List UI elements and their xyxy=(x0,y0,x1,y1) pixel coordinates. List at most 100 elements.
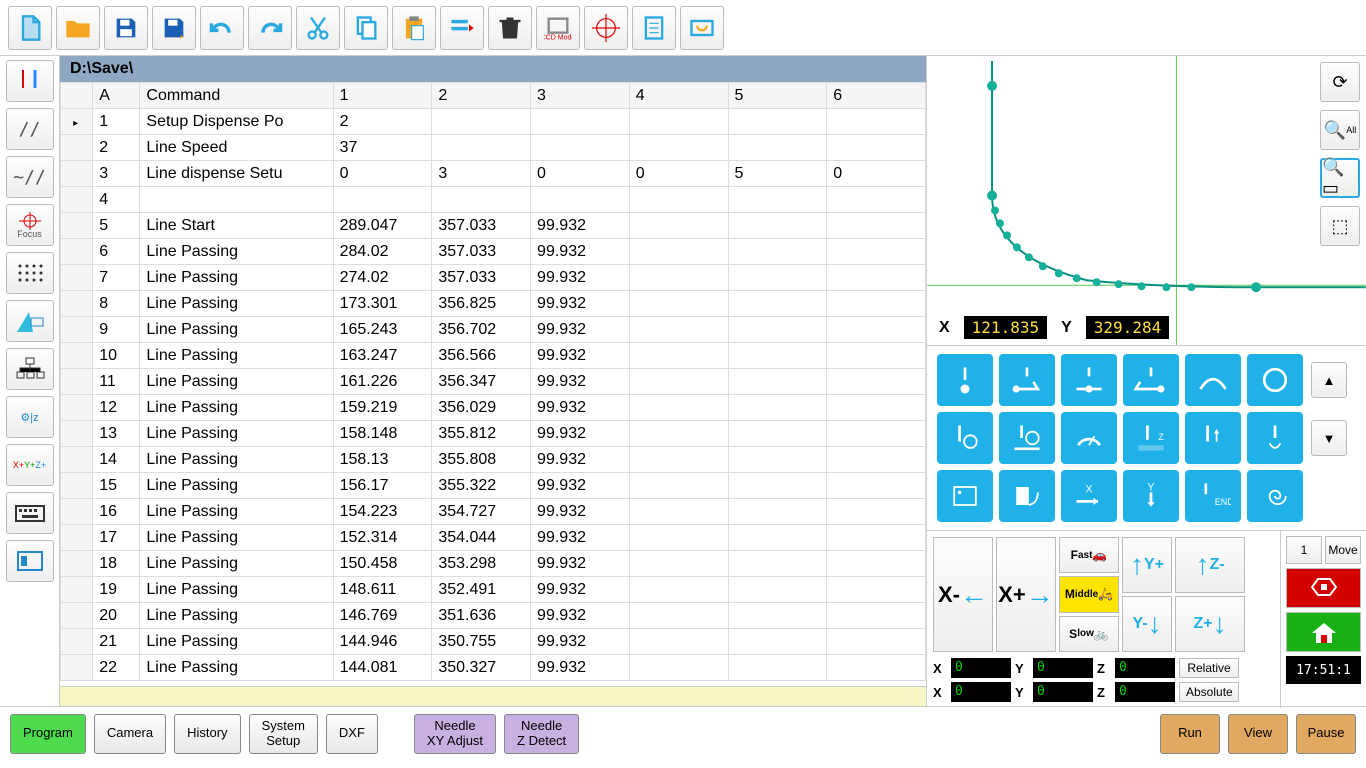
line-start-button[interactable] xyxy=(999,354,1055,406)
system-setup-button[interactable]: System Setup xyxy=(249,714,318,754)
insert-row-button[interactable] xyxy=(440,6,484,50)
pause-button[interactable]: Pause xyxy=(1296,714,1356,754)
save-button[interactable] xyxy=(104,6,148,50)
run-button[interactable]: Run xyxy=(1160,714,1220,754)
open-file-button[interactable] xyxy=(56,6,100,50)
end-program-button[interactable]: END xyxy=(1185,470,1241,522)
table-row[interactable]: 9Line Passing165.243356.70299.932 xyxy=(61,317,926,343)
dispense-setup-button[interactable] xyxy=(937,412,993,464)
history-tab-button[interactable]: History xyxy=(174,714,240,754)
needle-xy-adjust-button[interactable]: Needle XY Adjust xyxy=(414,714,496,754)
table-row[interactable]: 16Line Passing154.223354.72799.932 xyxy=(61,499,926,525)
table-row[interactable]: 7Line Passing274.02357.03399.932 xyxy=(61,265,926,291)
program-table[interactable]: ACommand123456 1Setup Dispense Po22Line … xyxy=(60,82,926,681)
retract-button[interactable] xyxy=(1185,412,1241,464)
home-button[interactable] xyxy=(1286,612,1361,652)
hierarchy-icon[interactable] xyxy=(6,348,54,390)
rectangle-fill-button[interactable] xyxy=(937,470,993,522)
table-row[interactable]: 6Line Passing284.02357.03399.932 xyxy=(61,239,926,265)
new-file-button[interactable] xyxy=(8,6,52,50)
bounds-button[interactable]: ⬚ xyxy=(1320,206,1360,246)
table-row[interactable]: 5Line Start289.047357.03399.932 xyxy=(61,213,926,239)
zoom-window-button[interactable]: 🔍▭ xyxy=(1320,158,1360,198)
stop-button[interactable] xyxy=(1286,568,1361,608)
report-button[interactable] xyxy=(632,6,676,50)
arc-button[interactable] xyxy=(1185,354,1241,406)
relative-button[interactable]: Relative xyxy=(1179,658,1239,678)
move-button[interactable]: Move xyxy=(1325,536,1361,564)
table-row[interactable]: 12Line Passing159.219356.02999.932 xyxy=(61,395,926,421)
xyz-offset-icon[interactable]: X+Y+Z+ xyxy=(6,444,54,486)
table-row[interactable]: 11Line Passing161.226356.34799.932 xyxy=(61,369,926,395)
y-plus-button[interactable]: ↑Y+ xyxy=(1122,537,1172,593)
camera-tab-button[interactable]: Camera xyxy=(94,714,166,754)
zoom-all-button[interactable]: 🔍All xyxy=(1320,110,1360,150)
spiral-button[interactable] xyxy=(1247,470,1303,522)
delete-button[interactable] xyxy=(488,6,532,50)
table-row[interactable]: 8Line Passing173.301356.82599.932 xyxy=(61,291,926,317)
view-button[interactable]: View xyxy=(1228,714,1288,754)
line-tool-icon[interactable]: // xyxy=(6,108,54,150)
z-plus-button[interactable]: Z+↓ xyxy=(1175,596,1245,652)
z-clearance-button[interactable]: Z xyxy=(1123,412,1179,464)
y-minus-button[interactable]: Y-↓ xyxy=(1122,596,1172,652)
table-row[interactable]: 10Line Passing163.247356.56699.932 xyxy=(61,343,926,369)
program-tab-button[interactable]: Program xyxy=(10,714,86,754)
refresh-screen-button[interactable] xyxy=(680,6,724,50)
table-row[interactable]: 1Setup Dispense Po2 xyxy=(61,109,926,135)
crosshair-button[interactable] xyxy=(584,6,628,50)
table-row[interactable]: 13Line Passing158.148355.81299.932 xyxy=(61,421,926,447)
x-plus-button[interactable]: X+→ xyxy=(996,537,1056,652)
poly-fill-button[interactable] xyxy=(999,470,1055,522)
dxf-button[interactable]: DXF xyxy=(326,714,378,754)
z-minus-button[interactable]: ↑Z- xyxy=(1175,537,1245,593)
refresh-view-button[interactable]: ⟳ xyxy=(1320,62,1360,102)
x-minus-button[interactable]: X-← xyxy=(933,537,993,652)
x-offset-button[interactable]: X xyxy=(1061,470,1117,522)
dispense-dot-button[interactable] xyxy=(937,354,993,406)
table-row[interactable]: 21Line Passing144.946350.75599.932 xyxy=(61,629,926,655)
step-1-button[interactable]: 1 xyxy=(1286,536,1322,564)
path-viewport[interactable]: ⟳ 🔍All 🔍▭ ⬚ X121.835 Y329.284 xyxy=(927,56,1366,346)
scroll-down-button[interactable]: ▼ xyxy=(1311,420,1347,456)
needle-z-detect-button[interactable]: Needle Z Detect xyxy=(504,714,579,754)
table-row[interactable]: 4 xyxy=(61,187,926,213)
geometry-tool-icon[interactable] xyxy=(6,300,54,342)
table-row[interactable]: 14Line Passing158.13355.80899.932 xyxy=(61,447,926,473)
table-row[interactable]: 3Line dispense Setu030050 xyxy=(61,161,926,187)
save-as-button[interactable] xyxy=(152,6,196,50)
horizontal-scrollbar[interactable] xyxy=(60,686,926,706)
needle-tool-icon[interactable] xyxy=(6,60,54,102)
table-row[interactable]: 20Line Passing146.769351.63699.932 xyxy=(61,603,926,629)
wave-tool-icon[interactable]: ~// xyxy=(6,156,54,198)
keyboard-icon[interactable] xyxy=(6,492,54,534)
y-offset-button[interactable]: Y xyxy=(1123,470,1179,522)
scroll-up-button[interactable]: ▲ xyxy=(1311,362,1347,398)
copy-button[interactable] xyxy=(344,6,388,50)
undo-button[interactable] xyxy=(200,6,244,50)
line-end-button[interactable] xyxy=(1123,354,1179,406)
circle-button[interactable] xyxy=(1247,354,1303,406)
line-setup-button[interactable] xyxy=(999,412,1055,464)
z-setup-icon[interactable]: ⚙|z xyxy=(6,396,54,438)
dispense-end-button[interactable] xyxy=(1247,412,1303,464)
speed-gauge-button[interactable] xyxy=(1061,412,1117,464)
speed-slow-button[interactable]: Slow🚲 xyxy=(1059,616,1119,652)
speed-middle-button[interactable]: Middle🛵 xyxy=(1059,576,1119,612)
focus-tool-button[interactable]: Focus xyxy=(6,204,54,246)
dots-grid-icon[interactable] xyxy=(6,252,54,294)
table-row[interactable]: 17Line Passing152.314354.04499.932 xyxy=(61,525,926,551)
ccd-mode-button[interactable]: CCD Mode xyxy=(536,6,580,50)
table-row[interactable]: 2Line Speed37 xyxy=(61,135,926,161)
table-row[interactable]: 22Line Passing144.081350.32799.932 xyxy=(61,655,926,681)
paste-button[interactable] xyxy=(392,6,436,50)
speed-fast-button[interactable]: Fast🚗 xyxy=(1059,537,1119,573)
program-view-icon[interactable] xyxy=(6,540,54,582)
table-row[interactable]: 15Line Passing156.17355.32299.932 xyxy=(61,473,926,499)
cut-button[interactable] xyxy=(296,6,340,50)
redo-button[interactable] xyxy=(248,6,292,50)
line-passing-button[interactable] xyxy=(1061,354,1117,406)
table-row[interactable]: 19Line Passing148.611352.49199.932 xyxy=(61,577,926,603)
table-row[interactable]: 18Line Passing150.458353.29899.932 xyxy=(61,551,926,577)
absolute-button[interactable]: Absolute xyxy=(1179,682,1239,702)
